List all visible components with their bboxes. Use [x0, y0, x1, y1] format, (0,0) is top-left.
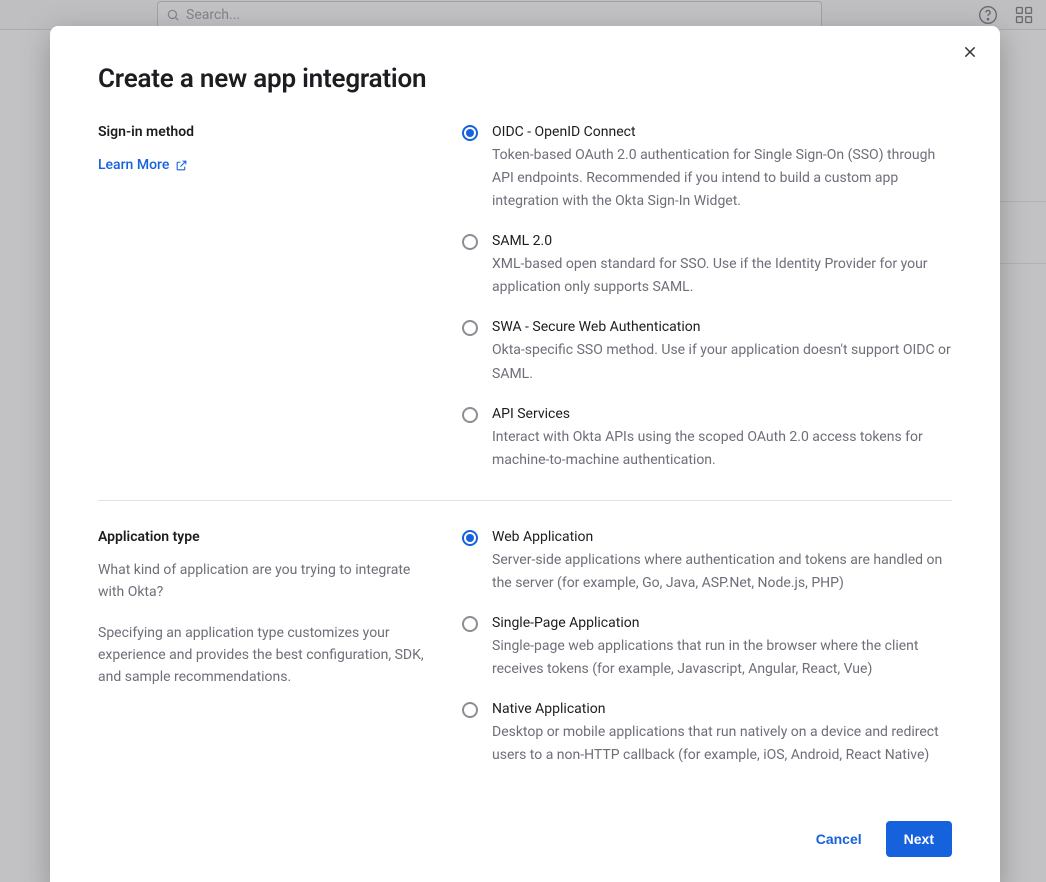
option-title: SAML 2.0	[492, 233, 952, 249]
app-type-option-spa[interactable]: Single-Page Application Single-page web …	[462, 615, 952, 681]
sign-in-option-saml[interactable]: SAML 2.0 XML-based open standard for SSO…	[462, 233, 952, 299]
application-type-desc2: Specifying an application type customize…	[98, 622, 438, 689]
option-desc: Desktop or mobile applications that run …	[492, 721, 952, 767]
sign-in-option-api[interactable]: API Services Interact with Okta APIs usi…	[462, 406, 952, 472]
app-type-option-native[interactable]: Native Application Desktop or mobile app…	[462, 701, 952, 767]
create-app-integration-modal: Create a new app integration Sign-in met…	[50, 26, 1000, 882]
next-button[interactable]: Next	[886, 821, 952, 857]
radio-saml[interactable]	[462, 234, 478, 250]
option-desc: Okta-specific SSO method. Use if your ap…	[492, 339, 952, 385]
option-desc: Interact with Okta APIs using the scoped…	[492, 426, 952, 472]
application-type-desc1: What kind of application are you trying …	[98, 559, 438, 604]
option-desc: Single-page web applications that run in…	[492, 635, 952, 681]
app-type-option-web[interactable]: Web Application Server-side applications…	[462, 529, 952, 595]
sign-in-option-oidc[interactable]: OIDC - OpenID Connect Token-based OAuth …	[462, 124, 952, 213]
option-title: API Services	[492, 406, 952, 422]
cancel-button[interactable]: Cancel	[812, 823, 866, 855]
option-title: SWA - Secure Web Authentication	[492, 319, 952, 335]
radio-oidc[interactable]	[462, 125, 478, 141]
sign-in-method-section: Sign-in method Learn More OIDC - OpenID …	[98, 124, 952, 500]
radio-api[interactable]	[462, 407, 478, 423]
option-title: Native Application	[492, 701, 952, 717]
sign-in-option-swa[interactable]: SWA - Secure Web Authentication Okta-spe…	[462, 319, 952, 385]
option-title: Single-Page Application	[492, 615, 952, 631]
application-type-section: Application type What kind of applicatio…	[98, 500, 952, 796]
radio-swa[interactable]	[462, 320, 478, 336]
option-desc: XML-based open standard for SSO. Use if …	[492, 253, 952, 299]
close-icon	[962, 44, 978, 60]
modal-title: Create a new app integration	[98, 64, 952, 94]
learn-more-text: Learn More	[98, 157, 169, 173]
option-desc: Server-side applications where authentic…	[492, 549, 952, 595]
learn-more-link[interactable]: Learn More	[98, 157, 188, 173]
external-link-icon	[175, 159, 188, 172]
option-desc: Token-based OAuth 2.0 authentication for…	[492, 144, 952, 213]
modal-footer: Cancel Next	[98, 821, 952, 857]
radio-web[interactable]	[462, 530, 478, 546]
sign-in-method-label: Sign-in method	[98, 124, 438, 140]
option-title: Web Application	[492, 529, 952, 545]
radio-native[interactable]	[462, 702, 478, 718]
close-button[interactable]	[962, 44, 978, 64]
radio-spa[interactable]	[462, 616, 478, 632]
application-type-label: Application type	[98, 529, 438, 545]
option-title: OIDC - OpenID Connect	[492, 124, 952, 140]
